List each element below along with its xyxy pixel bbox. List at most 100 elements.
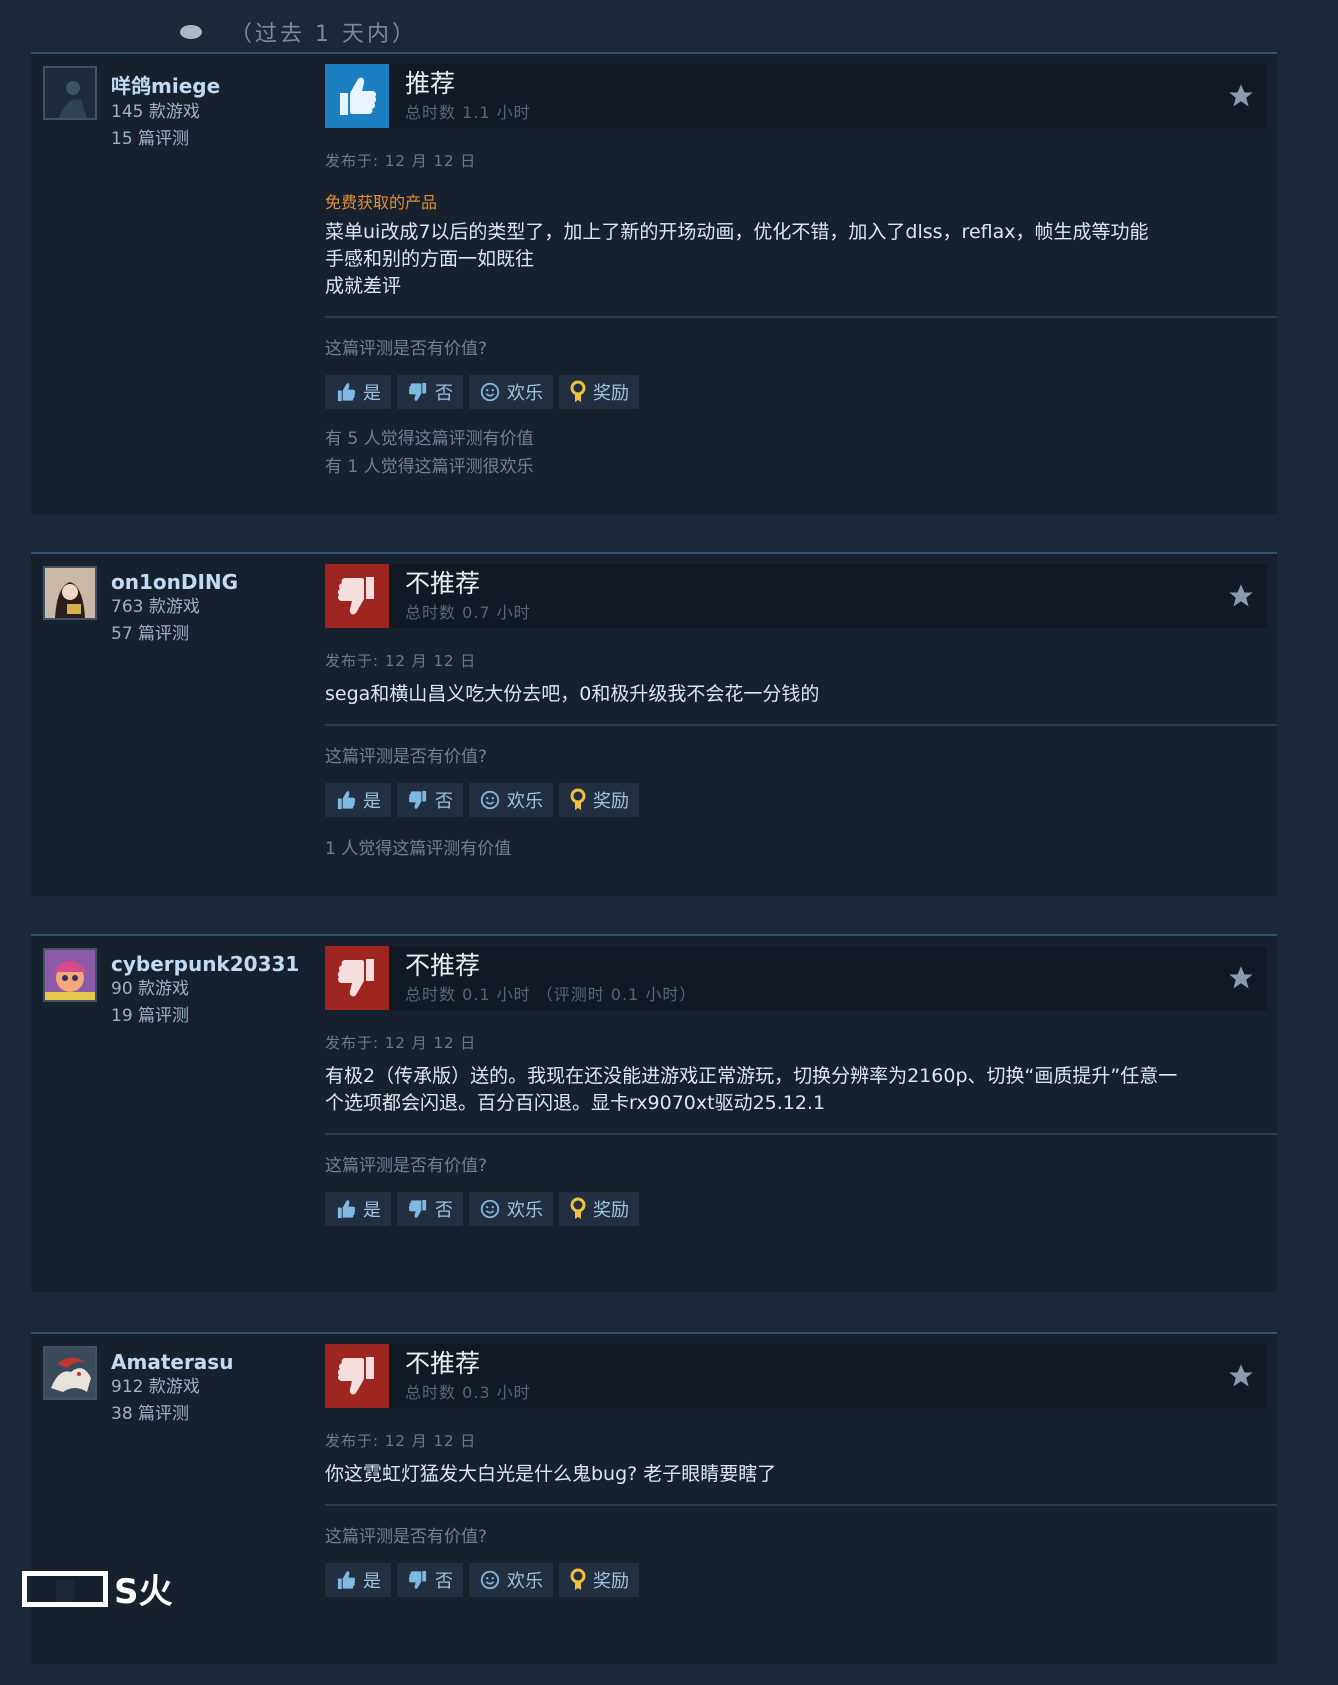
avatar[interactable]	[43, 66, 97, 120]
review-card: cyberpunk20331 90 款游戏 19 篇评测 不推荐 总时数 0.1…	[31, 934, 1277, 1292]
author-reviews-count[interactable]: 38 篇评测	[111, 1401, 233, 1428]
author-name[interactable]: on1onDING	[111, 570, 238, 594]
vote-funny-button[interactable]: 欢乐	[469, 1563, 553, 1597]
author-name[interactable]: Amaterasu	[111, 1350, 233, 1374]
review-card: 咩鸽miege 145 款游戏 15 篇评测 推荐 总时数 1.1 小时 发布于…	[31, 52, 1277, 514]
award-label: 奖励	[593, 1571, 629, 1592]
playtime: 总时数 0.1 小时 （评测时 0.1 小时）	[405, 985, 697, 1004]
vote-yes-label: 是	[363, 1200, 381, 1221]
vote-yes-button[interactable]: 是	[325, 783, 391, 817]
vote-yes-label: 是	[363, 1571, 381, 1592]
author-games-count[interactable]: 145 款游戏	[111, 99, 220, 126]
playtime: 总时数 1.1 小时	[405, 103, 531, 122]
vote-buttons: 是 否 欢乐 奖励	[325, 1563, 1267, 1597]
avatar[interactable]	[43, 948, 97, 1002]
vote-yes-button[interactable]: 是	[325, 375, 391, 409]
avatar[interactable]	[43, 566, 97, 620]
review-author: 咩鸽miege 145 款游戏 15 篇评测	[43, 66, 220, 153]
award-button[interactable]: 奖励	[559, 1192, 639, 1226]
star-icon[interactable]	[1227, 582, 1255, 614]
smile-icon	[480, 1570, 500, 1590]
author-games-count[interactable]: 90 款游戏	[111, 976, 299, 1003]
vote-no-label: 否	[435, 791, 453, 812]
vote-buttons: 是 否 欢乐 奖励	[325, 1192, 1267, 1226]
vote-no-button[interactable]: 否	[397, 1192, 463, 1226]
time-filter-label: （过去 1 天内）	[230, 22, 417, 47]
thumbs-down-icon	[408, 790, 427, 809]
author-games-count[interactable]: 912 款游戏	[111, 1374, 233, 1401]
vote-no-label: 否	[435, 1571, 453, 1592]
star-icon[interactable]	[1227, 964, 1255, 996]
author-games-count[interactable]: 763 款游戏	[111, 594, 238, 621]
author-name[interactable]: 咩鸽miege	[111, 70, 220, 99]
smile-icon	[480, 1199, 500, 1219]
award-label: 奖励	[593, 383, 629, 404]
thumbs-up-icon	[337, 791, 356, 810]
playtime: 总时数 0.3 小时	[405, 1383, 531, 1402]
review-text: sega和横山昌义吃大份去吧，0和极升级我不会花一分钱的	[325, 683, 820, 705]
award-icon	[570, 1568, 586, 1590]
verdict-bar[interactable]: 不推荐 总时数 0.1 小时 （评测时 0.1 小时）	[325, 946, 1267, 1010]
vote-no-button[interactable]: 否	[397, 375, 463, 409]
vote-yes-button[interactable]: 是	[325, 1563, 391, 1597]
verdict-bar[interactable]: 不推荐 总时数 0.3 小时	[325, 1344, 1267, 1408]
vote-yes-label: 是	[363, 383, 381, 404]
award-icon	[570, 380, 586, 402]
vote-no-label: 否	[435, 1200, 453, 1221]
watermark-logo: S火	[22, 1564, 173, 1613]
posted-date: 发布于: 12 月 12 日	[325, 652, 477, 670]
verdict-label: 不推荐	[405, 1349, 481, 1378]
helpful-question: 这篇评测是否有价值?	[325, 747, 488, 767]
review-author: Amaterasu 912 款游戏 38 篇评测	[43, 1346, 233, 1428]
vote-funny-button[interactable]: 欢乐	[469, 783, 553, 817]
author-reviews-count[interactable]: 57 篇评测	[111, 621, 238, 648]
review-text: 有极2（传承版）送的。我现在还没能进游戏正常游玩，切换分辨率为2160p、切换“…	[325, 1065, 1178, 1114]
award-label: 奖励	[593, 791, 629, 812]
verdict-label: 推荐	[405, 69, 456, 98]
review-card: Amaterasu 912 款游戏 38 篇评测 不推荐 总时数 0.3 小时 …	[31, 1332, 1277, 1664]
star-icon[interactable]	[1227, 1362, 1255, 1394]
author-reviews-count[interactable]: 19 篇评测	[111, 1003, 299, 1030]
award-icon	[570, 1197, 586, 1219]
award-button[interactable]: 奖励	[559, 1563, 639, 1597]
free-product-tag: 免费获取的产品	[325, 193, 438, 212]
review-text: 你这霓虹灯猛发大白光是什么鬼bug? 老子眼睛要瞎了	[325, 1463, 777, 1485]
thumbs-down-icon	[408, 1199, 427, 1218]
found-funny-count: 有 1 人觉得这篇评测很欢乐	[325, 457, 534, 477]
award-button[interactable]: 奖励	[559, 783, 639, 817]
vote-funny-button[interactable]: 欢乐	[469, 1192, 553, 1226]
divider	[325, 316, 1277, 318]
header-icon	[180, 25, 202, 39]
smile-icon	[480, 382, 500, 402]
verdict-bar[interactable]: 推荐 总时数 1.1 小时	[325, 64, 1267, 128]
vote-no-button[interactable]: 否	[397, 783, 463, 817]
helpful-question: 这篇评测是否有价值?	[325, 1527, 488, 1547]
thumbs-down-icon	[325, 1344, 389, 1408]
watermark-text: S火	[114, 1572, 173, 1612]
review-author: cyberpunk20331 90 款游戏 19 篇评测	[43, 948, 299, 1030]
vote-funny-label: 欢乐	[507, 1200, 543, 1221]
award-label: 奖励	[593, 1200, 629, 1221]
divider	[325, 724, 1277, 726]
award-button[interactable]: 奖励	[559, 375, 639, 409]
author-reviews-count[interactable]: 15 篇评测	[111, 126, 220, 153]
helpful-question: 这篇评测是否有价值?	[325, 1156, 488, 1176]
thumbs-down-icon	[408, 382, 427, 401]
author-name[interactable]: cyberpunk20331	[111, 952, 299, 976]
playtime: 总时数 0.7 小时	[405, 603, 531, 622]
vote-funny-button[interactable]: 欢乐	[469, 375, 553, 409]
vote-yes-label: 是	[363, 791, 381, 812]
avatar[interactable]	[43, 1346, 97, 1400]
thumbs-down-icon	[325, 564, 389, 628]
verdict-bar[interactable]: 不推荐 总时数 0.7 小时	[325, 564, 1267, 628]
found-helpful-count: 有 5 人觉得这篇评测有价值	[325, 429, 534, 449]
vote-funny-label: 欢乐	[507, 1571, 543, 1592]
vote-yes-button[interactable]: 是	[325, 1192, 391, 1226]
verdict-label: 不推荐	[405, 951, 481, 980]
thumbs-up-icon	[325, 64, 389, 128]
found-helpful-count: 1 人觉得这篇评测有价值	[325, 839, 512, 859]
vote-funny-label: 欢乐	[507, 383, 543, 404]
vote-no-label: 否	[435, 383, 453, 404]
vote-no-button[interactable]: 否	[397, 1563, 463, 1597]
star-icon[interactable]	[1227, 82, 1255, 114]
